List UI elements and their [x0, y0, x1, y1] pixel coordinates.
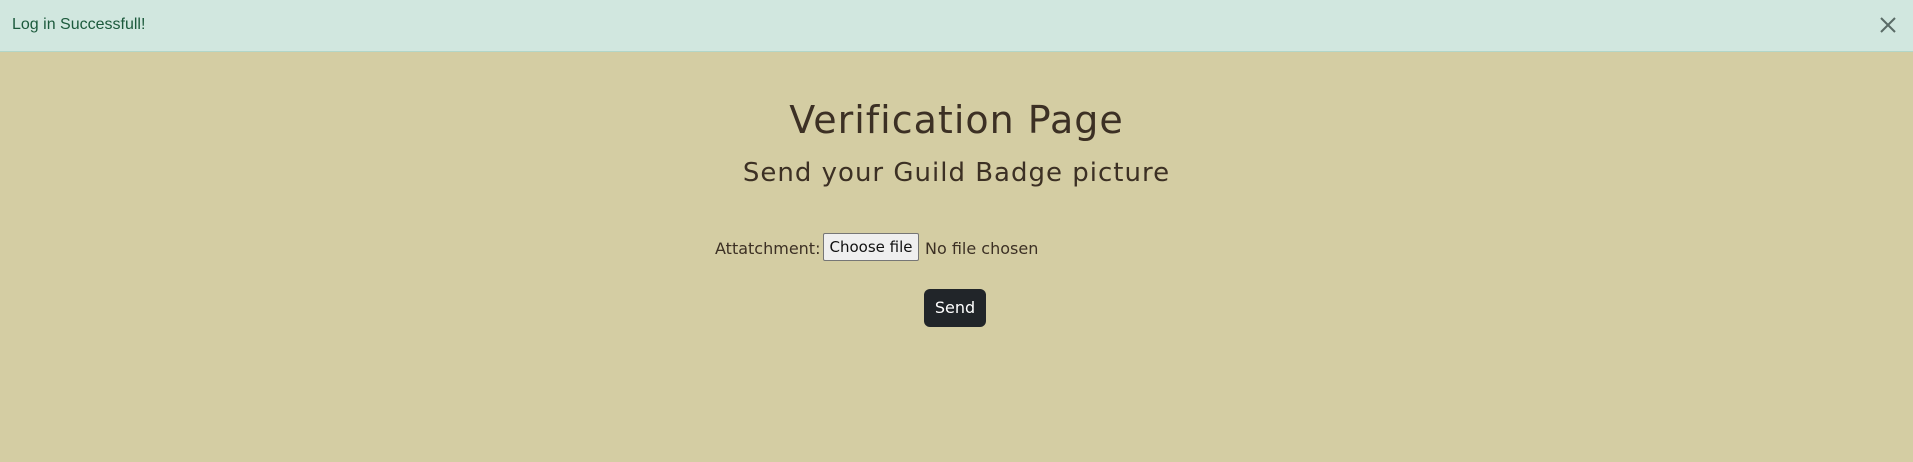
page-subtitle: Send your Guild Badge picture — [742, 158, 1171, 188]
attachment-label: Attatchment: — [715, 239, 821, 258]
success-alert: Log in Successfull! — [0, 0, 1913, 52]
page-title: Verification Page — [789, 98, 1124, 142]
send-button[interactable]: Send — [924, 289, 986, 327]
close-icon[interactable] — [1877, 14, 1899, 36]
choose-file-button[interactable]: Choose file — [823, 233, 919, 261]
alert-message: Log in Successfull! — [12, 16, 146, 33]
file-status-text: No file chosen — [925, 239, 1039, 258]
